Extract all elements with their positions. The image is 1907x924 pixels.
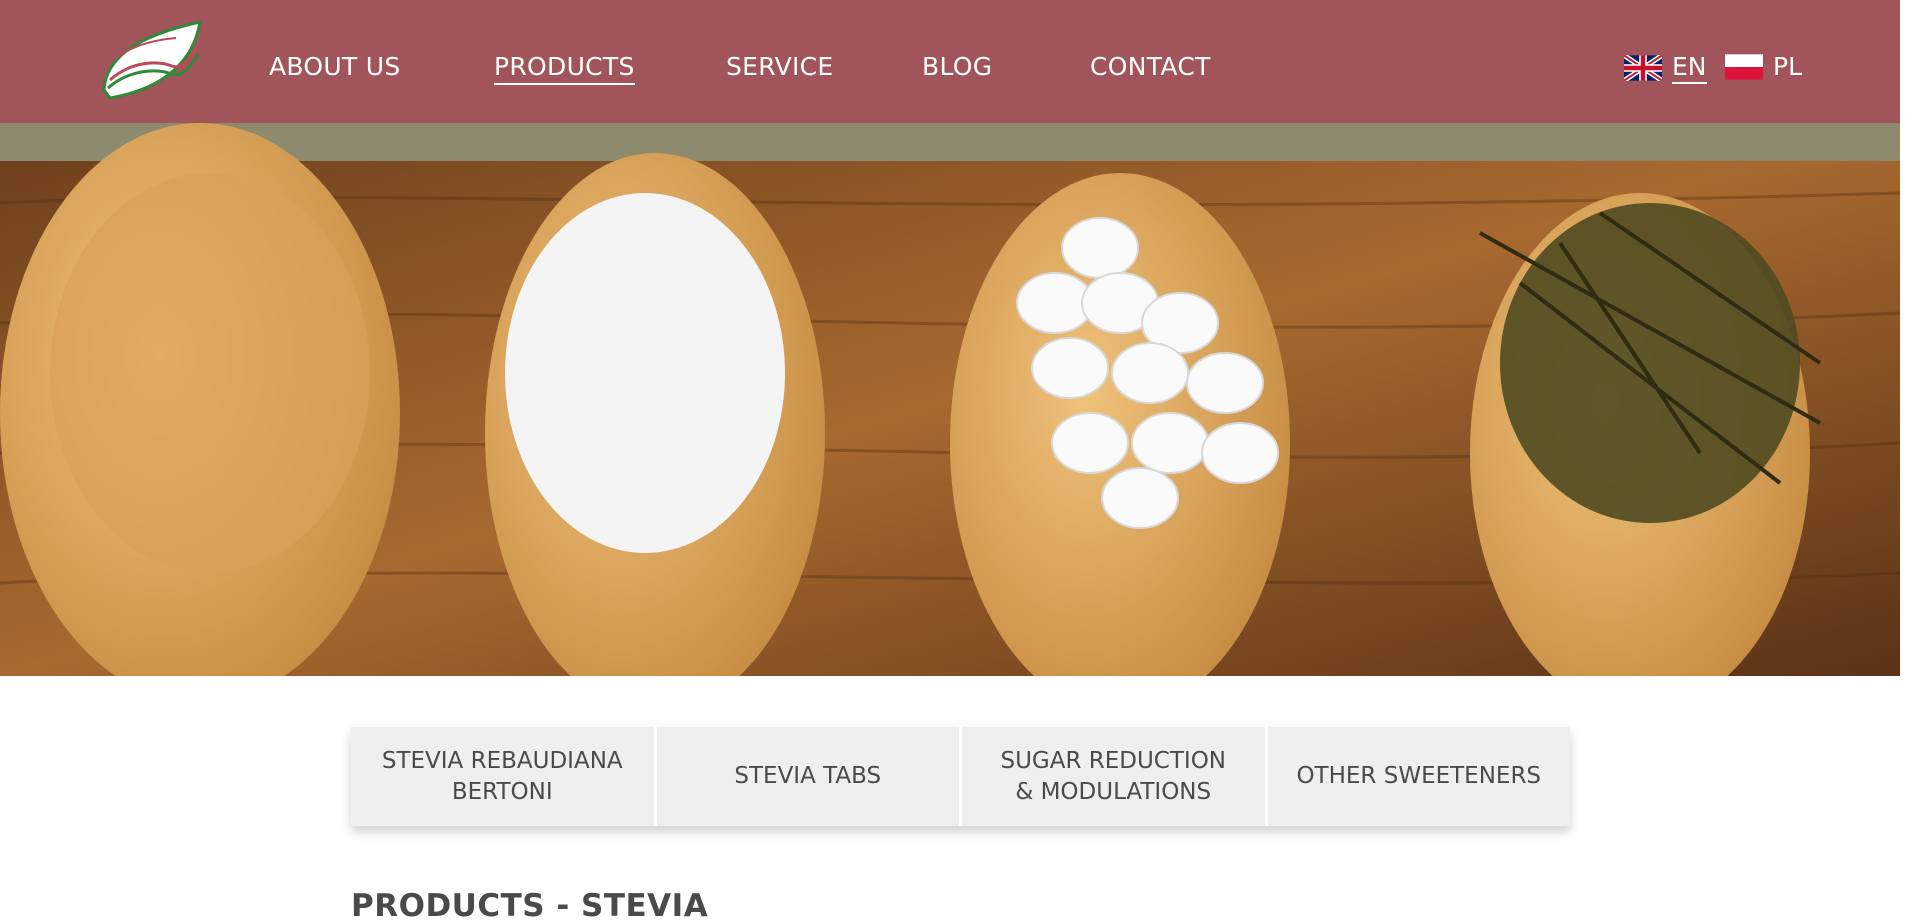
nav-item-service[interactable]: SERVICE <box>726 52 834 81</box>
tab-stevia-rebaudiana-bertoni[interactable]: STEVIA REBAUDIANA BERTONI <box>351 727 654 826</box>
nav-item-about-us[interactable]: ABOUT US <box>269 52 401 81</box>
poland-flag-icon <box>1725 53 1763 80</box>
nav-item-products[interactable]: PRODUCTS <box>494 52 635 85</box>
spoons-photo <box>0 123 1900 676</box>
top-navigation-bar: ABOUT US PRODUCTS SERVICE BLOG CONTACT E… <box>0 0 1900 123</box>
product-category-tabs: STEVIA REBAUDIANA BERTONI STEVIA TABS SU… <box>351 727 1570 826</box>
nav-item-contact[interactable]: CONTACT <box>1090 52 1211 81</box>
tab-other-sweeteners[interactable]: OTHER SWEETENERS <box>1264 727 1570 826</box>
tab-sugar-reduction-modulations[interactable]: SUGAR REDUCTION & MODULATIONS <box>959 727 1265 826</box>
uk-flag-icon <box>1624 55 1662 81</box>
tab-stevia-tabs[interactable]: STEVIA TABS <box>653 727 959 826</box>
hero-image <box>0 123 1900 676</box>
language-switch-en[interactable]: EN <box>1624 52 1707 84</box>
language-switch-pl[interactable]: PL <box>1725 52 1802 81</box>
page-title: PRODUCTS - STEVIA <box>351 888 709 924</box>
nav-item-blog[interactable]: BLOG <box>922 52 992 81</box>
leaf-logo-icon[interactable] <box>96 18 206 103</box>
language-code-en: EN <box>1672 52 1707 84</box>
language-code-pl: PL <box>1773 52 1803 81</box>
